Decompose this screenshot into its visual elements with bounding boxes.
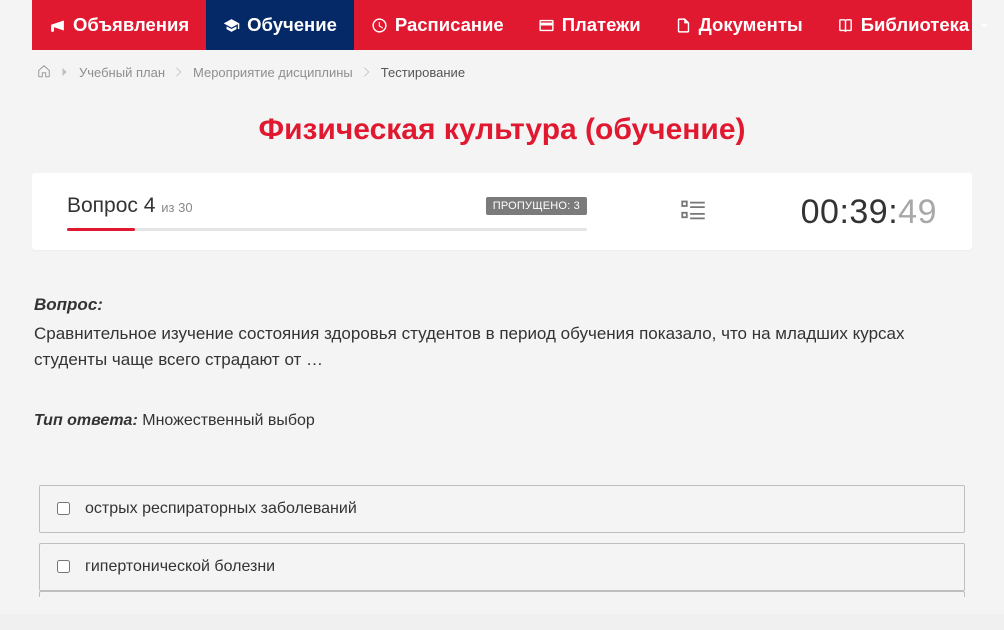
question-progress: Вопрос 4 из 30 ПРОПУЩЕНО: 3: [67, 194, 587, 231]
nav-label: Документы: [699, 14, 803, 36]
option-text: острых респираторных заболеваний: [85, 500, 357, 518]
home-icon: [37, 64, 51, 78]
page-title: Физическая культура (обучение): [32, 95, 972, 173]
chevron-right-icon: [363, 65, 371, 80]
option-row[interactable]: гипертонической болезни: [39, 543, 965, 591]
question-num: 4: [144, 194, 156, 217]
skipped-badge[interactable]: ПРОПУЩЕНО: 3: [486, 197, 587, 215]
timer-main: 00:39:: [801, 193, 899, 231]
question-number: Вопрос 4 из 30: [67, 194, 193, 218]
nav-schedule[interactable]: Расписание: [354, 0, 521, 50]
main-nav: Объявления Обучение Расписание Платежи Д…: [32, 0, 972, 50]
nav-documents[interactable]: Документы: [658, 0, 820, 50]
breadcrumb-plan[interactable]: Учебный план: [79, 65, 165, 80]
answer-type-value: Множественный выбор: [142, 412, 315, 429]
nav-label: Платежи: [562, 14, 641, 36]
option-text: гипертонической болезни: [85, 558, 275, 576]
option-checkbox[interactable]: [57, 560, 70, 573]
question-label: Вопрос:: [34, 295, 970, 315]
status-bar: Вопрос 4 из 30 ПРОПУЩЕНО: 3: [32, 173, 972, 250]
question-list-button[interactable]: [680, 197, 707, 229]
payment-icon: [538, 17, 555, 34]
nav-announcements[interactable]: Объявления: [32, 0, 206, 50]
timer: 00:39:49: [801, 193, 937, 232]
nav-label: Расписание: [395, 14, 504, 36]
progress-bar: [67, 228, 587, 231]
question-total: 30: [178, 200, 192, 215]
option-row-partial: [39, 591, 965, 597]
answer-type-label: Тип ответа:: [34, 412, 138, 429]
breadcrumb-home[interactable]: [37, 64, 51, 81]
megaphone-icon: [49, 17, 66, 34]
chevron-down-icon: [976, 17, 993, 34]
question-text: Сравнительное изучение состояния здоровь…: [34, 321, 970, 374]
options-list: острых респираторных заболеваний гиперто…: [32, 485, 972, 591]
nav-learning[interactable]: Обучение: [206, 0, 354, 50]
graduation-icon: [223, 17, 240, 34]
question-body: Вопрос: Сравнительное изучение состояния…: [32, 250, 972, 430]
document-icon: [675, 17, 692, 34]
nav-library[interactable]: Библиотека: [820, 0, 1004, 50]
breadcrumb: Учебный план Мероприятие дисциплины Тест…: [32, 50, 972, 95]
nav-label: Библиотека: [861, 14, 970, 36]
timer-seconds: 49: [898, 193, 937, 231]
list-icon: [680, 197, 707, 224]
breadcrumb-current: Тестирование: [381, 65, 465, 80]
chevron-right-icon: [61, 65, 69, 80]
answer-type: Тип ответа: Множественный выбор: [34, 412, 970, 430]
progress-fill: [67, 228, 135, 231]
nav-label: Объявления: [73, 14, 189, 36]
clock-icon: [371, 17, 388, 34]
library-icon: [837, 17, 854, 34]
option-row[interactable]: острых респираторных заболеваний: [39, 485, 965, 533]
question-of: из: [161, 200, 174, 215]
question-prefix: Вопрос: [67, 194, 138, 217]
chevron-right-icon: [175, 65, 183, 80]
nav-payments[interactable]: Платежи: [521, 0, 658, 50]
breadcrumb-event[interactable]: Мероприятие дисциплины: [193, 65, 353, 80]
nav-label: Обучение: [247, 14, 337, 36]
option-checkbox[interactable]: [57, 502, 70, 515]
